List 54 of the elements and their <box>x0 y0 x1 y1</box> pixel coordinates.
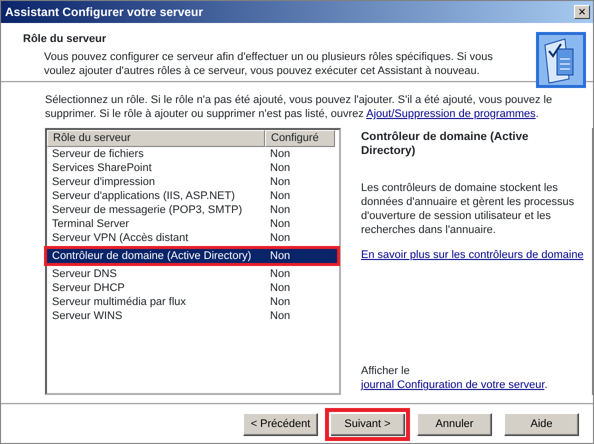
role-row[interactable]: Serveur de fichiers Non <box>47 147 337 161</box>
role-row[interactable]: Services SharePoint Non <box>47 161 337 175</box>
configured-status: Non <box>269 249 292 263</box>
role-name: Serveur WINS <box>51 309 124 323</box>
role-name: Serveur DHCP <box>51 281 126 295</box>
role-row[interactable]: Serveur DNS Non <box>47 267 337 281</box>
page-title: Rôle du serveur <box>23 32 108 47</box>
configured-status: Non <box>269 147 292 161</box>
configured-status: Non <box>269 309 292 323</box>
log-text: Afficher le journal Configuration de votre serveur. <box>361 364 549 392</box>
close-button[interactable]: × <box>574 5 590 19</box>
role-name: Serveur d'impression <box>51 175 156 189</box>
details-description: Les contrôleurs de domaine stockent les données d'annuaire et gèrent les processus d'ouverture de session utilisateur et les recherches dans l'annuaire. <box>361 181 576 237</box>
role-row[interactable]: Contrôleur de domaine (Active Directory) Non <box>47 249 337 263</box>
configured-status: Non <box>269 161 292 175</box>
role-name: Serveur de messagerie (POP3, SMTP) <box>51 203 244 217</box>
role-row[interactable]: Serveur d'impression Non <box>47 175 337 189</box>
role-name: Serveur VPN (Accès distant <box>51 231 190 245</box>
role-row[interactable]: Serveur de messagerie (POP3, SMTP) Non <box>47 203 337 217</box>
instructions-text: Sélectionnez un rôle. Si le rôle n'a pas été ajouté, vous pouvez l'ajouter. S'il a été ajouté, vous pouvez le supprimer. Si le rôle à ajouter ou supprimer n'est pas listé, ouvrez Ajout/Suppression de programmes. <box>45 93 554 121</box>
role-name: Services SharePoint <box>51 161 153 175</box>
learn-more-link[interactable]: En savoir plus sur les contrôleurs de domaine <box>361 249 584 261</box>
wizard-button[interactable]: Aide <box>504 412 579 436</box>
configured-status: Non <box>269 175 292 189</box>
configured-status: Non <box>269 189 292 203</box>
wizard-button[interactable]: < Précédent <box>243 412 318 436</box>
role-name: Serveur multimédia par flux <box>51 295 187 309</box>
configured-status: Non <box>269 281 292 295</box>
details-title: Contrôleur de domaine (Active Directory) <box>361 130 530 158</box>
role-row[interactable]: Terminal Server Non <box>47 217 337 231</box>
column-header[interactable]: Rôle du serveur <box>47 130 265 147</box>
role-row[interactable]: Serveur WINS Non <box>47 309 337 323</box>
role-name: Terminal Server <box>51 217 130 231</box>
window-title: Assistant Configurer votre serveur <box>5 4 204 21</box>
page-description: Vous pouvez configurer ce serveur afin d'effectuer un ou plusieurs rôles spécifiques. Si vous voulez ajouter d'autres rôles à ce serveur, vous pouvez exécuter cet Assistant à nouveau. <box>43 50 494 78</box>
role-name: Serveur DNS <box>51 267 118 281</box>
configured-status: Non <box>269 295 292 309</box>
configuration-log-link[interactable]: journal Configuration de votre serveur <box>361 379 544 392</box>
role-name: Serveur de fichiers <box>51 147 145 161</box>
configured-status: Non <box>269 267 292 281</box>
wizard-button[interactable]: Suivant > <box>325 408 410 440</box>
role-row[interactable]: Serveur VPN (Accès distant Non <box>47 231 337 245</box>
role-row[interactable]: Serveur DHCP Non <box>47 281 337 295</box>
wizard-clipboard-icon <box>535 31 587 89</box>
role-name: Serveur d'applications (IIS, ASP.NET) <box>51 189 236 203</box>
role-name: Contrôleur de domaine (Active Directory) <box>51 249 252 263</box>
configured-status: Non <box>269 217 292 231</box>
wizard-button[interactable]: Annuler <box>417 412 492 436</box>
add-remove-programs-link[interactable]: Ajout/Suppression de programmes <box>366 108 536 120</box>
role-row[interactable]: Serveur multimédia par flux Non <box>47 295 337 309</box>
configured-status: Non <box>269 231 292 245</box>
configured-status: Non <box>269 203 292 217</box>
column-header[interactable]: Configuré <box>265 130 335 147</box>
role-row[interactable]: Serveur d'applications (IIS, ASP.NET) Non <box>47 189 337 203</box>
